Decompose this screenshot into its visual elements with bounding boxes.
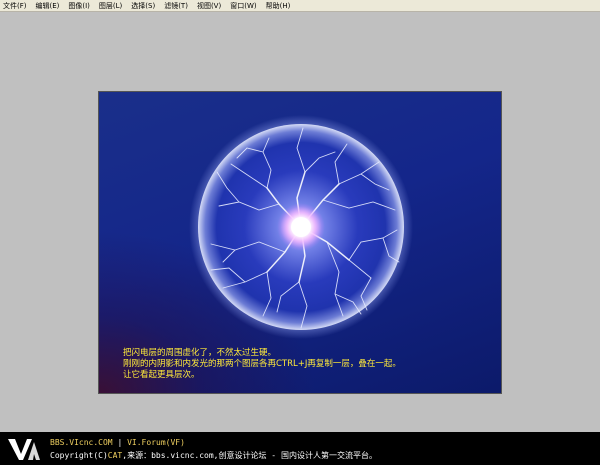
copyright-cat: CAT [107, 451, 123, 460]
menu-view[interactable]: 视图(V) [197, 1, 221, 11]
copyright-rest: ,来源：bbs.vicnc.com,创意设计论坛 - 国内设计人第一交流平台。 [122, 451, 377, 460]
copyright-prefix: Copyright(C) [50, 451, 108, 460]
forum-link[interactable]: VI.Forum(VF) [127, 438, 185, 447]
footer-site-line: BBS.VIcnc.COM | VI.Forum(VF) [50, 438, 185, 448]
menu-image[interactable]: 图像(I) [68, 1, 90, 11]
tutorial-caption: 把闪电层的周围虚化了，不然太过生硬。 刚刚的内阴影和内发光的那两个图层各再CTR… [123, 348, 495, 381]
menu-window[interactable]: 窗口(W) [230, 1, 256, 11]
caption-line-2: 刚刚的内阴影和内发光的那两个图层各再CTRL+J再复制一层，叠在一起。 [123, 359, 401, 369]
footer-copyright-line: Copyright(C)CAT,来源：bbs.vicnc.com,创意设计论坛 … [50, 451, 377, 461]
watermark-footer: BBS.VIcnc.COM | VI.Forum(VF) Copyright(C… [0, 432, 600, 465]
workspace: 把闪电层的周围虚化了，不然太过生硬。 刚刚的内阴影和内发光的那两个图层各再CTR… [0, 12, 600, 432]
menu-edit[interactable]: 编辑(E) [36, 1, 60, 11]
caption-line-1: 把闪电层的周围虚化了，不然太过生硬。 [123, 348, 277, 358]
caption-line-3: 让它看起更具层次。 [123, 370, 200, 380]
menu-layer[interactable]: 图层(L) [99, 1, 122, 11]
menu-bar: 文件(F) 编辑(E) 图像(I) 图层(L) 选择(S) 滤镜(T) 视图(V… [0, 0, 600, 12]
menu-filter[interactable]: 滤镜(T) [164, 1, 188, 11]
document-canvas[interactable]: 把闪电层的周围虚化了，不然太过生硬。 刚刚的内阴影和内发光的那两个图层各再CTR… [99, 92, 501, 393]
menu-help[interactable]: 帮助(H) [266, 1, 291, 11]
vf-logo-icon [8, 439, 40, 460]
menu-select[interactable]: 选择(S) [131, 1, 155, 11]
site-link[interactable]: BBS.VIcnc.COM [50, 438, 113, 447]
menu-file[interactable]: 文件(F) [3, 1, 27, 11]
footer-separator: | [117, 438, 123, 447]
